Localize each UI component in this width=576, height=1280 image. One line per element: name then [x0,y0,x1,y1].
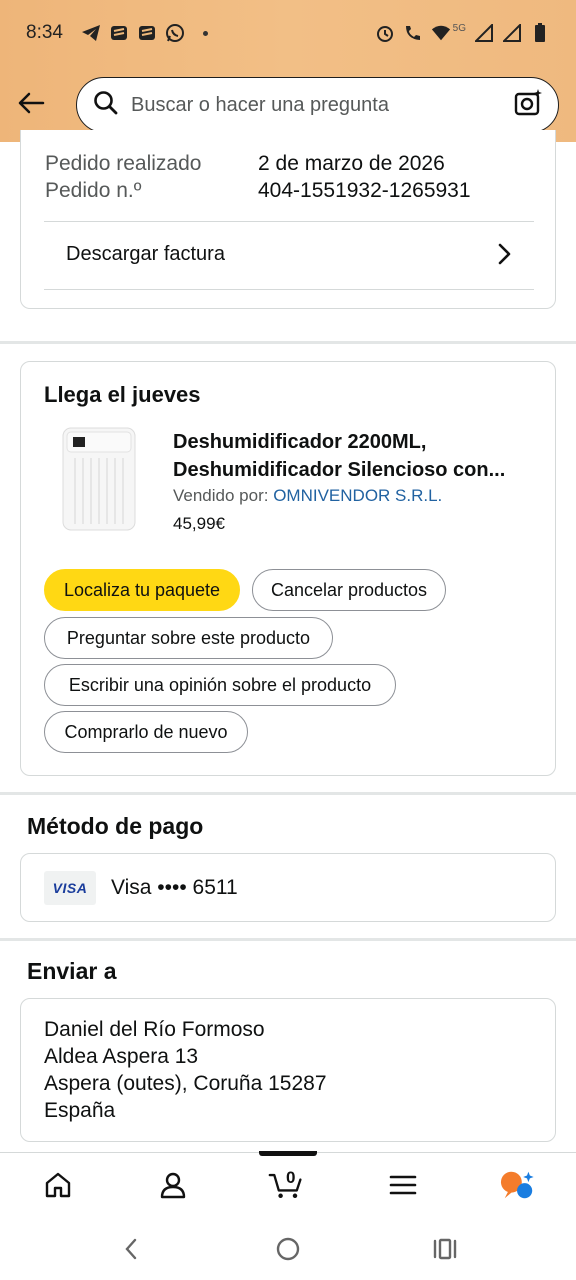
sold-by-label: Vendido por: [173,486,269,505]
app-header: 8:34 5G Buscar o hacer una pregunta [0,0,576,142]
visa-logo-icon: VISA [44,871,96,905]
back-button[interactable] [14,86,48,120]
nav-account[interactable] [155,1167,191,1203]
search-input[interactable]: Buscar o hacer una pregunta [131,94,514,117]
status-time: 8:34 [26,22,63,43]
divider [44,289,534,290]
signal-icon [474,23,494,43]
order-number-value: 404-1551932-1265931 [258,179,471,202]
shipment-card: Llega el jueves Deshumidificador 2200ML,… [20,361,556,776]
download-invoice-label: Descargar factura [66,243,225,265]
product-price: 45,99€ [173,514,225,533]
address-card: Daniel del Río Formoso Aldea Aspera 13 A… [20,998,556,1142]
order-placed-label: Pedido realizado [45,152,202,175]
system-recents-button[interactable] [430,1234,460,1264]
product-title-line: Deshumidificador 2200ML, [173,431,427,453]
section-divider [0,792,576,795]
camera-search-icon[interactable] [514,88,544,123]
nav-home[interactable] [40,1167,76,1203]
active-tab-indicator [259,1151,317,1156]
telegram-icon [81,23,101,43]
track-package-button[interactable]: Localiza tu paquete [44,569,240,611]
address-line: Aspera (outes), Coruña 15287 [44,1072,327,1095]
whatsapp-icon [165,23,185,43]
home-icon [45,1172,71,1198]
delivery-heading: Llega el jueves [44,382,201,407]
home-circle-icon [276,1237,300,1261]
system-back-button[interactable] [116,1234,146,1264]
sold-by: Vendido por: OMNIVENDOR S.R.L. [173,486,442,506]
recents-icon [433,1238,457,1260]
wifi-icon [431,23,451,43]
app-notification-icon [137,23,157,43]
chevron-left-icon [125,1238,137,1260]
download-invoice-row[interactable]: Descargar factura [44,224,532,288]
status-bar: 8:34 5G [0,0,576,66]
product-image[interactable] [59,424,139,534]
nav-rufus[interactable] [500,1167,536,1203]
hamburger-menu-icon [389,1175,417,1195]
order-placed-value: 2 de marzo de 2026 [258,152,445,175]
chevron-right-icon [496,242,512,271]
alarm-icon [375,23,395,43]
seller-link[interactable]: OMNIVENDOR S.R.L. [273,486,442,505]
write-review-button[interactable]: Escribir una opinión sobre el producto [44,664,396,706]
section-divider [0,938,576,941]
card-info: Visa •••• 6511 [111,876,238,899]
cart-count-badge: 0 [286,1168,296,1187]
buy-again-button[interactable]: Comprarlo de nuevo [44,711,248,753]
payment-method-heading: Método de pago [27,813,204,839]
back-arrow-icon [18,92,45,114]
order-number-label: Pedido n.º [45,179,142,202]
cancel-items-button[interactable]: Cancelar productos [252,569,446,611]
battery-icon [530,23,550,43]
address-line: Aldea Aspera 13 [44,1045,199,1068]
app-notification-icon [109,23,129,43]
search-bar[interactable]: Buscar o hacer una pregunta [76,77,559,133]
section-divider [0,341,576,344]
more-notifications-dot [202,30,208,36]
ask-about-product-button[interactable]: Preguntar sobre este producto [44,617,333,659]
search-icon [93,90,119,121]
ship-to-heading: Enviar a [27,958,117,984]
wifi-calling-icon [403,23,423,43]
rufus-assistant-icon [500,1171,534,1199]
network-type-label: 5G [452,22,466,34]
user-icon [160,1172,186,1199]
nav-menu[interactable] [385,1167,421,1203]
product-title[interactable]: Deshumidificador 2200ML, Deshumidificado… [173,428,543,484]
signal-icon [502,23,522,43]
system-home-button[interactable] [273,1234,303,1264]
product-title-line: Deshumidificador Silencioso con... [173,459,506,481]
payment-card[interactable]: VISA Visa •••• 6511 [20,853,556,922]
address-line: Daniel del Río Formoso [44,1018,265,1041]
system-navigation-bar [0,1216,576,1280]
divider [44,221,534,222]
address-line: España [44,1099,116,1122]
